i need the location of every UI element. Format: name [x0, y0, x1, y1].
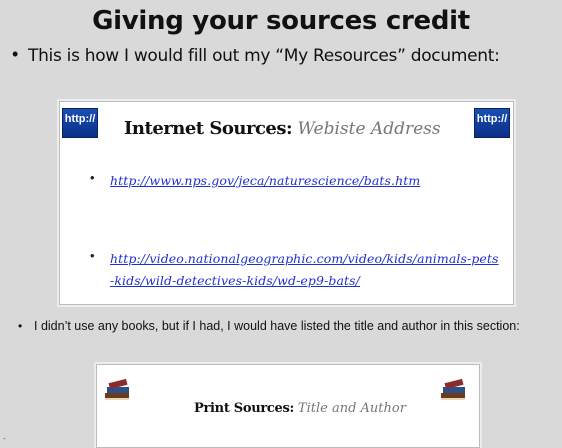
internet-sources-label: Internet Sources:	[124, 118, 293, 139]
bullet-dot: •	[90, 248, 95, 263]
print-sources-label: Print Sources:	[194, 401, 295, 416]
slide-title: Giving your sources credit	[92, 6, 470, 36]
books-icon	[105, 378, 129, 400]
slide: Giving your sources credit • This is how…	[0, 0, 562, 448]
corner-mark: -	[3, 434, 6, 443]
bullet-books-note: • I didn’t use any books, but if I had, …	[18, 319, 548, 334]
bullet-my-resources: • This is how I would fill out my “My Re…	[12, 44, 532, 68]
http-icon: http://	[474, 108, 510, 138]
print-sources-card: Print Sources: Title and Author	[96, 364, 480, 448]
bullet-dot: •	[18, 319, 23, 333]
bullet-dot: •	[90, 170, 95, 185]
books-icon	[441, 378, 465, 400]
bullet-dot: •	[12, 44, 19, 64]
source-link-nps[interactable]: http://www.nps.gov/jeca/naturescience/ba…	[110, 170, 500, 192]
internet-sources-card: http:// http:// Internet Sources: Webist…	[59, 101, 514, 305]
internet-sources-heading: Internet Sources: Webiste Address	[124, 118, 441, 140]
source-link-natgeo[interactable]: http://video.nationalgeographic.com/vide…	[110, 248, 500, 292]
print-sources-hint: Title and Author	[297, 401, 406, 416]
print-sources-heading: Print Sources: Title and Author	[194, 399, 406, 416]
bullet-text: This is how I would fill out my “My Reso…	[28, 46, 500, 66]
bullet-text: I didn’t use any books, but if I had, I …	[34, 319, 520, 333]
http-icon: http://	[62, 108, 98, 138]
list-item: • http://www.nps.gov/jeca/naturescience/…	[90, 170, 500, 192]
list-item: • http://video.nationalgeographic.com/vi…	[90, 248, 500, 292]
internet-sources-hint: Webiste Address	[297, 119, 441, 139]
